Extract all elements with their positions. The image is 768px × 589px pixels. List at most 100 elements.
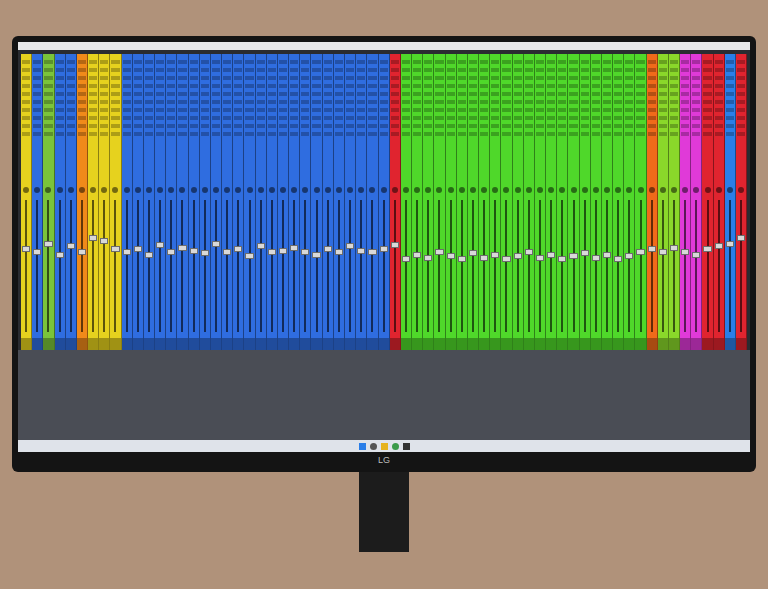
insert-slot[interactable] [324,100,332,104]
insert-slot[interactable] [178,84,186,88]
insert-slot[interactable] [703,132,711,136]
insert-slot[interactable] [413,116,421,120]
insert-slot[interactable] [659,132,667,136]
insert-slot[interactable] [346,84,354,88]
insert-slot[interactable] [22,132,30,136]
insert-slot[interactable] [636,84,644,88]
insert-slot[interactable] [111,100,119,104]
insert-slot[interactable] [301,84,309,88]
insert-slot[interactable] [89,92,97,96]
insert-slot[interactable] [357,68,365,72]
insert-slot[interactable] [402,116,410,120]
pan-knob-icon[interactable] [336,187,342,193]
insert-slot[interactable] [715,132,723,136]
insert-slot[interactable] [22,100,30,104]
insert-slot[interactable] [458,108,466,112]
insert-slot[interactable] [514,108,522,112]
insert-slot[interactable] [614,124,622,128]
insert-slot[interactable] [435,92,443,96]
insert-slot[interactable] [692,124,700,128]
fader-cap[interactable] [257,243,265,249]
pan-knob-icon[interactable] [526,187,532,193]
insert-slot[interactable] [491,124,499,128]
insert-slot[interactable] [123,68,131,72]
insert-slot[interactable] [447,92,455,96]
pan-knob-icon[interactable] [682,187,688,193]
insert-slot[interactable] [402,68,410,72]
insert-slot[interactable] [726,124,734,128]
insert-slot[interactable] [123,60,131,64]
insert-slot[interactable] [78,84,86,88]
insert-slot[interactable] [312,108,320,112]
insert-slot[interactable] [223,68,231,72]
pan-knob-icon[interactable] [358,187,364,193]
insert-slot[interactable] [614,132,622,136]
insert-slot[interactable] [558,100,566,104]
insert-slot[interactable] [223,116,231,120]
insert-slot[interactable] [391,68,399,72]
insert-slot[interactable] [424,132,432,136]
insert-slot[interactable] [33,116,41,120]
insert-slot[interactable] [391,100,399,104]
fader-cap[interactable] [335,249,343,255]
insert-slot[interactable] [413,132,421,136]
insert-slot[interactable] [547,116,555,120]
insert-slot[interactable] [33,100,41,104]
insert-slot[interactable] [368,92,376,96]
insert-slot[interactable] [424,100,432,104]
fader-cap[interactable] [301,249,309,255]
insert-slot[interactable] [257,132,265,136]
insert-slot[interactable] [469,92,477,96]
fader-cap[interactable] [33,249,41,255]
insert-slot[interactable] [525,124,533,128]
insert-slot[interactable] [190,68,198,72]
insert-slot[interactable] [268,92,276,96]
insert-slot[interactable] [167,60,175,64]
insert-slot[interactable] [581,76,589,80]
insert-slot[interactable] [703,68,711,72]
fader-cap[interactable] [525,249,533,255]
pan-knob-icon[interactable] [124,187,130,193]
pan-knob-icon[interactable] [571,187,577,193]
insert-slot[interactable] [670,84,678,88]
insert-slot[interactable] [458,124,466,128]
insert-slot[interactable] [558,108,566,112]
insert-slot[interactable] [603,100,611,104]
insert-slot[interactable] [134,84,142,88]
insert-slot[interactable] [357,132,365,136]
insert-slot[interactable] [346,116,354,120]
insert-slot[interactable] [257,124,265,128]
insert-slot[interactable] [435,116,443,120]
insert-slot[interactable] [648,76,656,80]
pan-knob-icon[interactable] [492,187,498,193]
insert-slot[interactable] [268,132,276,136]
insert-slot[interactable] [212,100,220,104]
insert-slot[interactable] [301,76,309,80]
insert-slot[interactable] [134,116,142,120]
insert-slot[interactable] [681,92,689,96]
insert-slot[interactable] [178,68,186,72]
insert-slot[interactable] [145,116,153,120]
insert-slot[interactable] [636,92,644,96]
insert-slot[interactable] [435,76,443,80]
fader-cap[interactable] [480,255,488,261]
insert-slot[interactable] [167,132,175,136]
insert-slot[interactable] [715,68,723,72]
insert-slot[interactable] [703,124,711,128]
insert-slot[interactable] [558,116,566,120]
insert-slot[interactable] [145,132,153,136]
insert-slot[interactable] [435,68,443,72]
fader-cap[interactable] [592,255,600,261]
insert-slot[interactable] [625,84,633,88]
insert-slot[interactable] [692,76,700,80]
insert-slot[interactable] [480,76,488,80]
insert-slot[interactable] [100,92,108,96]
pan-knob-icon[interactable] [403,187,409,193]
insert-slot[interactable] [614,60,622,64]
insert-slot[interactable] [402,60,410,64]
insert-slot[interactable] [614,100,622,104]
insert-slot[interactable] [22,68,30,72]
insert-slot[interactable] [581,132,589,136]
pan-knob-icon[interactable] [291,187,297,193]
insert-slot[interactable] [659,76,667,80]
